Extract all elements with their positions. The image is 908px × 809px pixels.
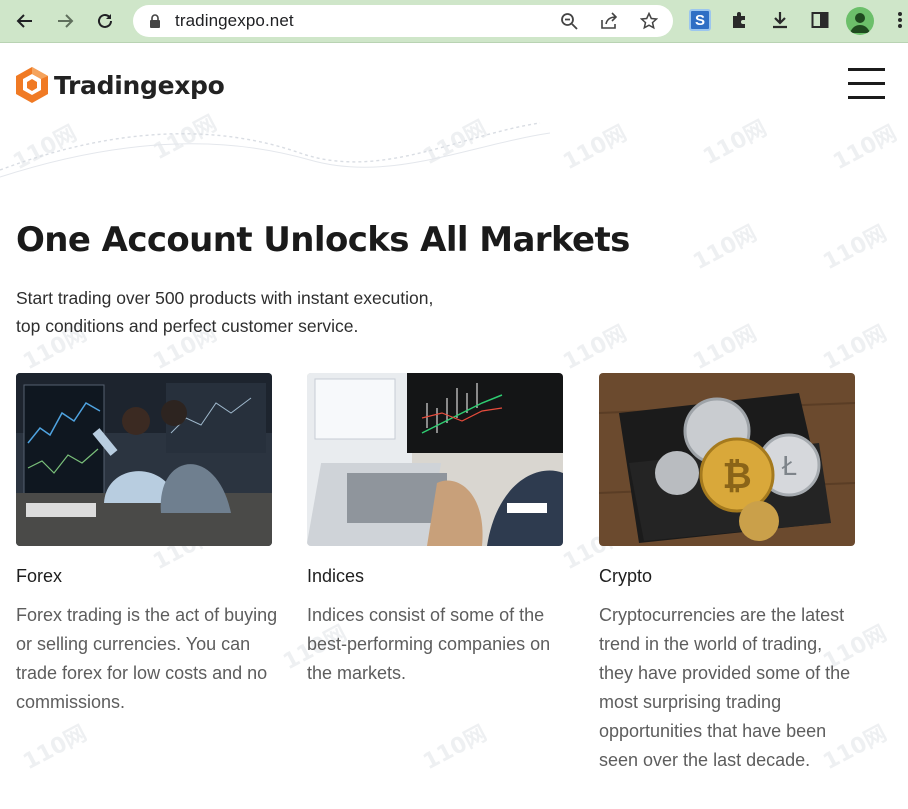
card-title: Forex: [16, 566, 63, 586]
profile-avatar[interactable]: [846, 7, 874, 35]
watermark: 110网: [19, 721, 92, 776]
crypto-wallet-image: Ł ₿: [599, 373, 855, 546]
watermark: 110网: [829, 121, 902, 176]
site-logo[interactable]: Tradingexpo: [15, 66, 225, 104]
page-headline: One Account Unlocks All Markets: [16, 220, 630, 260]
hexagon-logo-icon: [16, 67, 48, 103]
card-title: Indices: [307, 566, 365, 586]
card-description: Forex trading is the act of buying or se…: [16, 605, 278, 712]
hero-subtext: Start trading over 500 products with ins…: [16, 284, 486, 340]
svg-text:Ł: Ł: [781, 452, 797, 482]
s-extension-icon[interactable]: S: [689, 9, 711, 31]
decorative-wave: [0, 122, 551, 178]
svg-text:₿: ₿: [722, 456, 751, 497]
card-title: Crypto: [599, 566, 653, 586]
card-description: Cryptocurrencies are the latest trend in…: [599, 605, 851, 770]
market-card-crypto[interactable]: Ł ₿ Crypto Cryptocurrencies are the late…: [599, 373, 855, 770]
card-description: Indices consist of some of the best-perf…: [307, 605, 551, 683]
hero-subtext-line: Start trading over 500 products with ins…: [16, 288, 434, 308]
url-text: tradingexpo.net: [175, 11, 294, 30]
download-icon[interactable]: [769, 9, 791, 31]
arrow-left-icon: [16, 14, 32, 28]
watermark: 110网: [419, 721, 492, 776]
extensions-puzzle-icon[interactable]: [729, 9, 751, 31]
hamburger-menu-button[interactable]: [848, 68, 885, 100]
brand-name: Tradingexpo: [54, 70, 225, 100]
share-icon[interactable]: [600, 12, 618, 30]
watermark: 110网: [689, 321, 762, 376]
forward-button[interactable]: [52, 8, 78, 34]
back-button[interactable]: [12, 8, 38, 34]
browser-toolbar: tradingexpo.net S: [0, 0, 908, 43]
arrow-right-icon: [58, 14, 74, 28]
zoom-icon[interactable]: [560, 12, 578, 30]
hero-subtext-line: top conditions and perfect customer serv…: [16, 316, 359, 336]
watermark: 110网: [559, 321, 632, 376]
menu-bar: [848, 96, 885, 99]
lock-icon: [150, 14, 160, 28]
forex-traders-image: [16, 373, 272, 546]
watermark: 110网: [819, 321, 892, 376]
watermark: 110网: [819, 221, 892, 276]
watermark: 110网: [559, 121, 632, 176]
watermark: 110网: [699, 116, 772, 171]
browser-menu-icon[interactable]: [889, 9, 908, 31]
reload-button[interactable]: [92, 8, 118, 34]
reload-icon: [98, 13, 112, 28]
market-card-forex[interactable]: Forex Forex trading is the act of buying…: [16, 373, 277, 712]
market-card-indices[interactable]: Indices Indices consist of some of the b…: [307, 373, 563, 683]
menu-bar: [848, 68, 885, 71]
person-icon: [850, 13, 870, 33]
address-bar[interactable]: tradingexpo.net: [133, 5, 673, 37]
bookmark-star-icon[interactable]: [640, 12, 658, 30]
watermark: 110网: [689, 221, 762, 276]
side-panel-icon[interactable]: [809, 9, 831, 31]
indices-laptop-image: [307, 373, 563, 546]
menu-bar: [848, 82, 885, 85]
